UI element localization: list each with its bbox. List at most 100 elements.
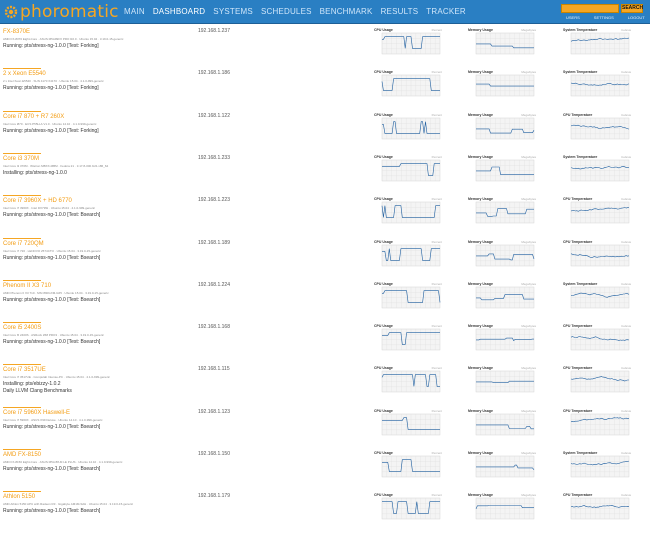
graph-plot — [570, 371, 630, 393]
graph-plot — [381, 244, 441, 266]
graph-plot — [475, 328, 535, 351]
memory-usage-graph[interactable]: Memory Usage Megabytes — [468, 113, 536, 145]
memory-usage-graph[interactable]: Memory Usage Megabytes — [468, 155, 536, 187]
link-users[interactable]: USERS — [566, 15, 580, 20]
cpu-usage-graph[interactable]: CPU Usage Percent — [374, 324, 442, 356]
main-nav: MAIN DASHBOARD SYSTEMS SCHEDULES BENCHMARK RE… — [124, 6, 466, 18]
system-name-link[interactable]: Core i7 3960X + HD 6770 — [3, 197, 72, 205]
cpu-usage-graph[interactable]: CPU Usage Percent — [374, 197, 442, 229]
system-specs: Intel Core i3 370M · Wistron MBXX-MBM · … — [3, 163, 109, 168]
system-specs: Intel Core i5 2400S · ASRock Z68 PRO3 · … — [3, 333, 104, 338]
nav-dashboard[interactable]: DASHBOARD — [153, 6, 205, 18]
memory-usage-graph[interactable]: Memory Usage Megabytes — [468, 28, 536, 60]
temperature-graph[interactable]: CPU Temperature Celsius — [563, 324, 631, 356]
cpu-usage-graph[interactable]: CPU Usage Percent — [374, 366, 442, 398]
system-specs: AMD FX-8370 Eight-Core · ASUS M5A99FX PR… — [3, 37, 124, 41]
system-specs: Intel Core i7 720 · LENOVO 2574CTO · Ubu… — [3, 248, 101, 253]
temperature-graph[interactable]: CPU Temperature Celsius — [563, 493, 631, 525]
graph-plot — [381, 32, 441, 55]
cpu-usage-graph[interactable]: CPU Usage Percent — [374, 409, 442, 441]
cpu-usage-graph[interactable]: CPU Usage Percent — [374, 28, 442, 60]
system-name-link[interactable]: Core i3 370M — [3, 155, 39, 163]
temperature-graph[interactable]: CPU Temperature Celsius — [563, 197, 631, 229]
memory-usage-graph[interactable]: Memory Usage Megabytes — [468, 240, 536, 272]
cpu-usage-graph[interactable]: CPU Usage Percent — [374, 113, 442, 145]
system-name-link[interactable]: Core i7 5960X Haswell-E — [3, 409, 70, 417]
system-specs: AMD FX-8150 Eight-Core · ASUS M5A 88-M L… — [3, 460, 123, 464]
system-name-link[interactable]: Athlon 5150 — [3, 493, 35, 501]
system-name-link[interactable]: Core i7 3517UE — [3, 366, 46, 374]
memory-usage-graph[interactable]: Memory Usage Megabytes — [468, 197, 536, 229]
graph-plot — [475, 371, 535, 393]
graph-plot — [381, 371, 441, 393]
system-specs: AMD Athlon 5150 APU with Radeon R3 · Gig… — [3, 502, 134, 507]
memory-usage-graph[interactable]: Memory Usage Megabytes — [468, 409, 536, 441]
nav-results[interactable]: RESULTS — [381, 6, 419, 18]
system-row: AMD FX-8150 AMD FX-8150 Eight-Core · ASUS… — [0, 449, 650, 493]
system-ip: 192.168.1.224 — [198, 281, 230, 288]
graph-plot — [475, 286, 535, 308]
graph-plot — [381, 75, 441, 97]
temperature-graph[interactable]: CPU Temperature Celsius — [563, 366, 631, 398]
system-specs: Intel Core i7 5960X · ASUS X99 Deluxe · … — [3, 417, 103, 422]
row-separator — [3, 195, 41, 197]
link-logout[interactable]: LOGOUT — [628, 15, 645, 20]
nav-schedules[interactable]: SCHEDULES — [261, 6, 312, 18]
system-status: Running: pts/stress-ng-1.0.0 [Test: Bsea… — [3, 254, 101, 261]
system-row: Core i7 5960X Haswell-E Intel Core i7 596… — [0, 406, 650, 451]
system-row: Core i7 3517UE Intel Core i7 3517UE · Com… — [0, 364, 650, 408]
system-specs: AMD Phenom II X3 710 · MSI 890GXM-G65 · … — [3, 290, 109, 295]
cpu-usage-graph[interactable]: CPU Usage Percent — [374, 155, 442, 187]
logo-text: phoromatic — [20, 2, 119, 22]
memory-usage-graph[interactable]: Memory Usage Megabytes — [468, 282, 536, 314]
phoromatic-logo[interactable]: phoromatic — [4, 3, 119, 21]
system-name-link[interactable]: AMD FX-8150 — [3, 451, 41, 459]
temperature-graph[interactable]: CPU Temperature Celsius — [563, 113, 631, 145]
search-input[interactable] — [561, 4, 619, 13]
cpu-usage-graph[interactable]: CPU Usage Percent — [374, 70, 442, 102]
system-specs: Intel Core i7 3960X · Intel DX79SI · Ubu… — [3, 206, 96, 211]
system-row: Core i7 3960X + HD 6770 Intel Core i7 396… — [0, 195, 650, 239]
temperature-graph[interactable]: System Temperature Celsius — [563, 28, 631, 60]
row-separator — [3, 364, 41, 366]
user-links: USERS SETTINGS LOGOUT — [566, 15, 645, 20]
temperature-graph[interactable]: System Temperature Celsius — [563, 282, 631, 314]
temperature-graph[interactable]: CPU Temperature Celsius — [563, 240, 631, 272]
nav-main[interactable]: MAIN — [124, 6, 145, 18]
system-name-link[interactable]: Core i7 720QM — [3, 240, 44, 248]
graph-plot — [570, 117, 630, 139]
memory-usage-graph[interactable]: Memory Usage Megabytes — [468, 451, 536, 483]
cpu-usage-graph[interactable]: CPU Usage Percent — [374, 493, 442, 525]
temperature-graph[interactable]: CPU Temperature Celsius — [563, 409, 631, 441]
cpu-usage-graph[interactable]: CPU Usage Percent — [374, 240, 442, 272]
row-separator — [3, 68, 41, 70]
temperature-graph[interactable]: System Temperature Celsius — [563, 155, 631, 187]
temperature-graph[interactable]: System Temperature Celsius — [563, 70, 631, 102]
memory-usage-graph[interactable]: Memory Usage Megabytes — [468, 366, 536, 398]
system-status: Running: pts/stress-ng-1.0.0 [Test: Bsea… — [3, 296, 101, 303]
search-button[interactable]: SEARCH — [621, 4, 643, 13]
system-name-link[interactable]: FX-8370E — [3, 28, 30, 36]
system-ip: 192.168.1.186 — [198, 70, 230, 77]
system-name-link[interactable]: Core i7 870 + R7 260X — [3, 113, 64, 121]
cpu-usage-graph[interactable]: CPU Usage Percent — [374, 282, 442, 314]
system-name-link[interactable]: Phenom II X3 710 — [3, 282, 51, 290]
system-name-link[interactable]: Core i5 2400S — [3, 324, 41, 332]
system-status: Running: pts/stress-ng-1.0.0 [Test: Bsea… — [3, 466, 101, 472]
gear-icon — [4, 5, 18, 19]
graph-plot — [475, 117, 535, 139]
system-row: Athlon 5150 AMD Athlon 5150 APU with Rade… — [0, 491, 650, 535]
temperature-graph[interactable]: System Temperature Celsius — [563, 451, 631, 483]
memory-usage-graph[interactable]: Memory Usage Megabytes — [468, 70, 536, 102]
graph-plot — [381, 413, 441, 435]
nav-benchmark[interactable]: BENCHMARK — [320, 6, 373, 18]
system-name-link[interactable]: 2 x Xeon E5540 — [3, 70, 46, 78]
nav-systems[interactable]: SYSTEMS — [213, 6, 253, 18]
system-specs: Intel Core i870 · ECS P55H-A V1.0 · Ubun… — [3, 121, 97, 126]
system-status: Running: pts/stress-ng-1.0.0 [Test: Fork… — [3, 127, 99, 134]
memory-usage-graph[interactable]: Memory Usage Megabytes — [468, 324, 536, 356]
cpu-usage-graph[interactable]: CPU Usage Percent — [374, 451, 442, 483]
nav-tracker[interactable]: TRACKER — [426, 6, 466, 18]
link-settings[interactable]: SETTINGS — [594, 15, 614, 20]
memory-usage-graph[interactable]: Memory Usage Megabytes — [468, 493, 536, 525]
